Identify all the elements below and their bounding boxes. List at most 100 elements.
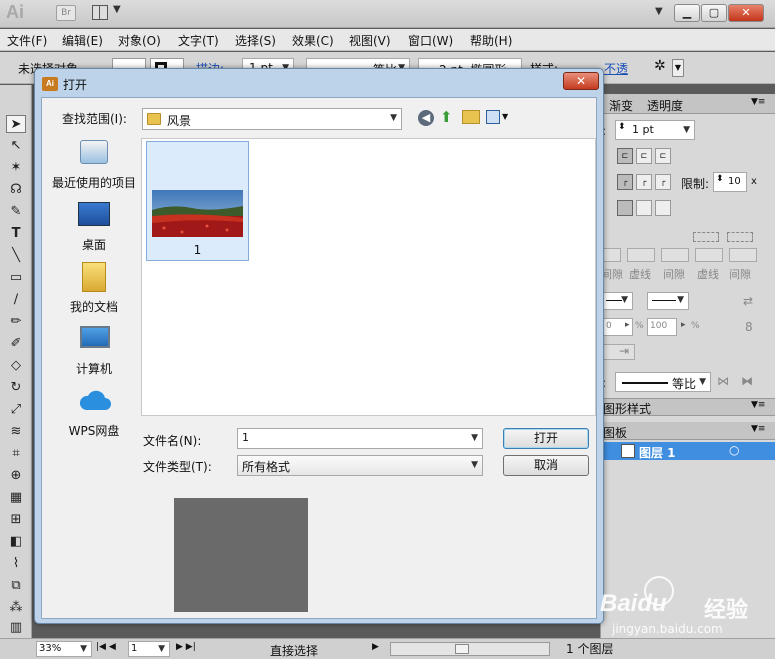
panel-menu-chevron-icon[interactable]: ▼ [672,59,684,77]
menu-view[interactable]: 视图(V) [349,32,391,49]
type-tool-icon[interactable]: T [6,225,26,243]
filetype-select[interactable]: 所有格式 ▼ [237,455,483,476]
filename-input[interactable]: 1 ▼ [237,428,483,449]
recolor-icon[interactable]: ✲ [654,58,666,74]
warp-tool-icon[interactable]: ≋ [6,423,26,441]
dash-align-icon[interactable] [727,232,753,242]
rotate-tool-icon[interactable]: ↻ [6,379,26,397]
flip-across-icon[interactable]: ⧓ [741,374,753,388]
magic-wand-tool-icon[interactable]: ✶ [6,159,26,177]
recent-items-icon [80,140,108,164]
open-button[interactable]: 打开 [503,428,589,449]
gradient-tool-icon[interactable]: ◧ [6,533,26,551]
menu-help[interactable]: 帮助(H) [470,32,512,49]
corner-buttons[interactable]: ┌ ┌ ┌ [617,174,671,190]
chevron-down-icon[interactable]: ▼ [113,4,121,15]
line-tool-icon[interactable]: ╲ [6,247,26,265]
pen-tool-icon[interactable]: ✎ [6,203,26,221]
zoom-select[interactable]: 33% ▼ [36,641,92,657]
minimize-button[interactable]: ▁ [674,4,700,22]
back-icon[interactable]: ◀ [418,110,434,126]
dialog-body: 查找范围(I): 风景 ▼ ◀ ⬆ ▼ 最近使用的项目 桌面 我的文档 计算机 … [41,97,597,619]
panel-menu-icon[interactable]: ▼≡ [751,97,765,107]
place-computer[interactable]: 计算机 [46,324,142,380]
cap-buttons[interactable]: ⊏ ⊏ ⊏ [617,148,671,164]
current-tool-status[interactable]: 直接选择 ▶ [212,641,384,658]
workspace-chevron-down-icon[interactable]: ▼ [655,6,663,17]
cancel-button[interactable]: 取消 [503,455,589,476]
align-stroke-buttons[interactable] [617,200,671,216]
mesh-tool-icon[interactable]: ⊞ [6,511,26,529]
menu-type[interactable]: 文字(T) [178,32,219,49]
blob-brush-tool-icon[interactable]: ✐ [6,335,26,353]
watermark-url: jingyan.baidu.com [612,622,723,636]
arrowhead-start-select[interactable]: ▼ [603,292,633,310]
dialog-title-bar[interactable]: Ai 打开 ✕ [35,69,603,97]
menu-window[interactable]: 窗口(W) [408,32,453,49]
view-chevron-down-icon[interactable]: ▼ [502,112,508,121]
new-folder-icon[interactable] [462,110,480,124]
profile-select[interactable]: 等比 ▼ [615,372,711,392]
arrow-scale-end-input[interactable]: 100 [647,318,677,336]
eraser-tool-icon[interactable]: ◇ [6,357,26,375]
last-artboard-icon[interactable]: ▶ ▶| [176,642,196,652]
view-menu-icon[interactable] [486,110,500,124]
blend-tool-icon[interactable]: ⧉ [6,577,26,595]
place-wps-cloud[interactable]: WPS网盘 [46,386,142,442]
place-desktop[interactable]: 桌面 [46,200,142,256]
first-artboard-icon[interactable]: |◀ ◀ [96,642,116,652]
tab-artboards[interactable]: 图板 [603,424,627,441]
close-window-button[interactable]: ✕ [728,4,764,22]
rectangle-tool-icon[interactable]: ▭ [6,269,26,287]
column-graph-tool-icon[interactable]: ▥ [6,619,26,637]
file-item[interactable]: 1 [146,141,249,261]
menu-object[interactable]: 对象(O) [118,32,161,49]
artboard-number-select[interactable]: 1 ▼ [128,641,170,657]
layer-row[interactable]: 图层 1 ○ [601,442,775,460]
symbol-sprayer-tool-icon[interactable]: ⁂ [6,599,26,617]
place-recent[interactable]: 最近使用的项目 [46,138,142,194]
tab-transparency[interactable]: 透明度 [647,97,683,114]
dash-preserve-icon[interactable] [693,232,719,242]
link-scale-icon[interactable]: 8 [745,320,753,334]
menu-edit[interactable]: 编辑(E) [62,32,103,49]
right-panels: 渐变 透明度 ▼≡ ⬍ 1 pt ▼ : ⊏ ⊏ ⊏ ┌ ┌ ┌ 限制: ⬍ 1… [600,94,775,641]
place-documents[interactable]: 我的文档 [46,262,142,318]
up-folder-icon[interactable]: ⬆ [440,108,453,126]
flip-along-icon[interactable]: ⋈ [717,374,729,388]
paintbrush-tool-icon[interactable]: ∕ [6,291,26,309]
look-in-select[interactable]: 风景 ▼ [142,108,402,130]
arrowhead-end-select[interactable]: ▼ [647,292,689,310]
maximize-button[interactable]: ▢ [701,4,727,22]
documents-folder-icon [82,262,106,292]
direct-selection-tool-icon[interactable]: ↖ [6,137,26,155]
shape-builder-tool-icon[interactable]: ⊕ [6,467,26,485]
menu-effect[interactable]: 效果(C) [292,32,334,49]
horizontal-scrollbar[interactable] [390,642,550,656]
menu-select[interactable]: 选择(S) [235,32,276,49]
layer-target-icon[interactable]: ○ [729,443,739,457]
tab-gradient[interactable]: 渐变 [609,97,633,114]
file-list[interactable]: 1 [141,138,596,416]
close-icon[interactable]: ✕ [563,72,599,90]
arrange-documents-icon[interactable] [92,5,108,20]
selection-tool-icon[interactable]: ➤ [6,115,26,133]
pencil-tool-icon[interactable]: ✏ [6,313,26,331]
swap-arrowheads-icon[interactable]: ⇄ [743,294,753,308]
perspective-grid-tool-icon[interactable]: ▦ [6,489,26,507]
stroke-weight-input[interactable]: ⬍ 1 pt ▼ [615,120,695,140]
scale-tool-icon[interactable]: ⤢ [6,401,26,419]
opacity-label[interactable]: 不透 [604,60,628,77]
file-item-label: 1 [193,243,202,257]
cloud-icon [79,390,111,410]
miter-limit-input[interactable]: ⬍ 10 [713,172,747,192]
landscape-thumbnail [152,190,243,237]
tab-graphic-styles[interactable]: 图形样式 [603,400,651,417]
menu-file[interactable]: 文件(F) [7,32,47,49]
free-transform-tool-icon[interactable]: ⌗ [6,445,26,463]
bridge-button[interactable]: Br [56,5,76,21]
computer-icon [80,326,110,348]
lasso-tool-icon[interactable]: ☊ [6,181,26,199]
eyedropper-tool-icon[interactable]: ⌇ [6,555,26,573]
preview-pane [174,498,308,612]
